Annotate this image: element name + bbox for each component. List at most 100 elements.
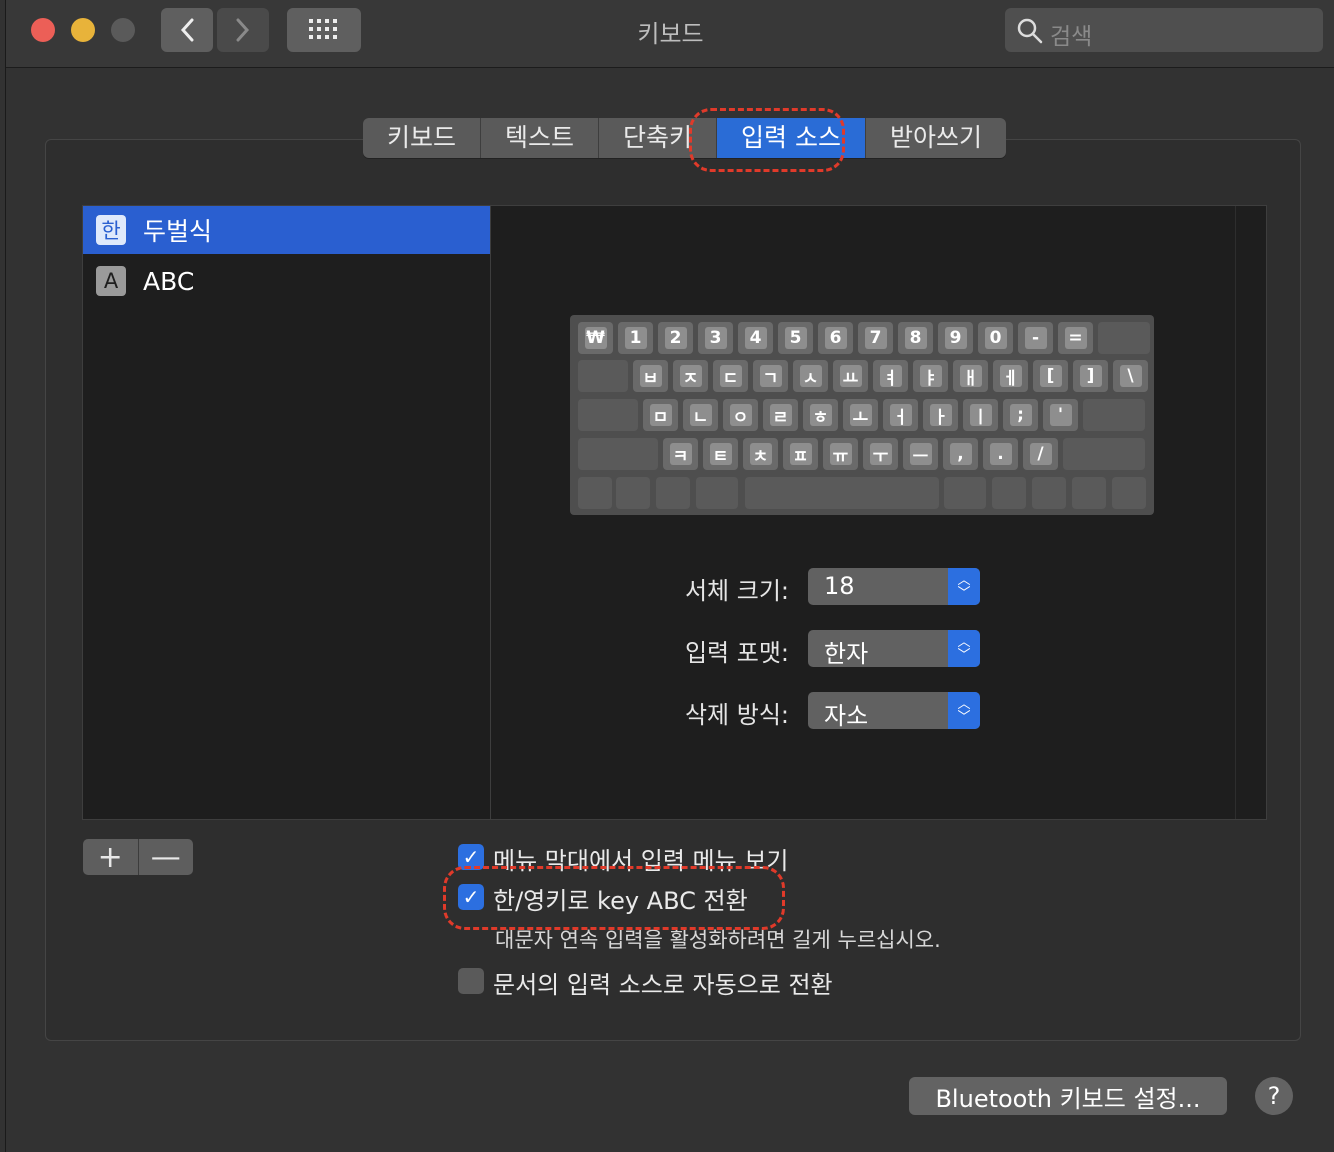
keyboard-key: ㅕ — [873, 360, 908, 392]
keyboard-key: ㅛ — [833, 360, 868, 392]
tab-highlight-annotation — [689, 108, 845, 172]
keyboard-key: ㅎ — [803, 399, 838, 431]
keyboard-key-label: ㅇ — [729, 404, 752, 428]
auto-switch-checkbox[interactable] — [458, 968, 484, 994]
font-size-select[interactable]: 18 ︿ ﹀ — [808, 568, 980, 605]
input-format-select[interactable]: 한자 ︿ ﹀ — [808, 630, 980, 668]
keyboard-key: ㅌ — [703, 438, 738, 470]
keyboard-key-label: ㅐ — [959, 365, 982, 389]
keyboard-key-blank — [992, 477, 1026, 509]
keyboard-key: ] — [1073, 360, 1108, 392]
font-size-label: 서체 크기: — [684, 577, 789, 605]
delete-mode-label: 삭제 방식: — [684, 701, 789, 729]
keyboard-key-label: ' — [1049, 404, 1072, 426]
keyboard-key: ; — [1003, 399, 1038, 431]
keyboard-key-label: 4 — [744, 327, 767, 349]
keyboard-key-blank — [656, 477, 690, 509]
keyboard-key-label: 7 — [864, 327, 887, 349]
keyboard-key-label: ㅕ — [879, 365, 902, 389]
input-source-list[interactable]: 한 두벌식 A ABC — [82, 205, 491, 820]
keyboard-key-label: - — [1024, 327, 1047, 349]
add-source-button[interactable]: + — [83, 839, 139, 875]
list-item[interactable]: A ABC — [83, 257, 491, 305]
keyboard-layout-preview: ₩1 2 3 4 5 6 7 8 9 0- = ㅂㅈㄷㄱㅅㅛㅕㅑㅐㅔ [] \ ㅁㄴㅇㄹㅎㅗㅓㅏㅣ; ' ㅋㅌㅊ… — [570, 315, 1154, 515]
hangul-source-icon: 한 — [96, 215, 126, 245]
tab-dictation[interactable]: 받아쓰기 — [866, 118, 1006, 158]
keyboard-key: = — [1058, 322, 1093, 354]
keyboard-key-label: \ — [1119, 365, 1142, 387]
keyboard-key-label: ㅅ — [799, 365, 822, 389]
keyboard-key-label: ㅓ — [889, 404, 912, 428]
keyboard-key-label: ㅈ — [679, 365, 702, 389]
help-button[interactable]: ? — [1255, 1077, 1293, 1115]
list-item-label: 두벌식 — [143, 217, 213, 246]
keyboard-key: ㅏ — [923, 399, 958, 431]
keyboard-key-label: 3 — [704, 327, 727, 349]
keyboard-key-blank — [1032, 477, 1066, 509]
keyboard-key-label: ㅡ — [909, 443, 932, 467]
keyboard-key-label: ㅊ — [749, 443, 772, 467]
keyboard-key-label: ㅌ — [709, 443, 732, 467]
keyboard-key-label: ㅍ — [789, 443, 812, 467]
keyboard-key-blank — [578, 360, 628, 392]
keyboard-key-blank — [745, 477, 939, 509]
keyboard-key: 6 — [818, 322, 853, 354]
keyboard-key: . — [983, 438, 1018, 470]
keyboard-key: 9 — [938, 322, 973, 354]
keyboard-key-label: 0 — [984, 327, 1007, 349]
keyboard-key: ㅊ — [743, 438, 778, 470]
keyboard-key-label: ㄱ — [759, 365, 782, 389]
keyboard-key: 8 — [898, 322, 933, 354]
keyboard-key-label: ㄴ — [689, 404, 712, 428]
bluetooth-keyboard-setup-button[interactable]: Bluetooth 키보드 설정... — [909, 1077, 1227, 1115]
keyboard-key-label: / — [1029, 443, 1052, 465]
scrollbar-track[interactable] — [1235, 206, 1266, 819]
keyboard-key: ㅠ — [823, 438, 858, 470]
keyboard-key: 1 — [618, 322, 653, 354]
keyboard-key: 2 — [658, 322, 693, 354]
keyboard-key-blank — [1072, 477, 1106, 509]
keyboard-key-label: ㅑ — [919, 365, 942, 389]
keyboard-key: ㅓ — [883, 399, 918, 431]
keyboard-key-label: ㅗ — [849, 404, 872, 428]
keyboard-key: / — [1023, 438, 1058, 470]
keyboard-key-label: 9 — [944, 327, 967, 349]
list-item-label: ABC — [143, 266, 195, 296]
keyboard-key: 5 — [778, 322, 813, 354]
font-size-value: 18 — [824, 572, 855, 600]
keyboard-key-blank — [616, 477, 650, 509]
keyboard-key-label: ㅎ — [809, 404, 832, 428]
tab-text[interactable]: 텍스트 — [481, 118, 600, 158]
keyboard-key: ㅋ — [663, 438, 698, 470]
keyboard-key-label: ₩ — [584, 327, 607, 349]
input-format-value: 한자 — [824, 640, 869, 668]
search-field[interactable]: 검색 — [1005, 8, 1323, 52]
keyboard-key: 0 — [978, 322, 1013, 354]
keyboard-key: \ — [1113, 360, 1148, 392]
keyboard-key: ' — [1043, 399, 1078, 431]
keyboard-key-label: ㅋ — [669, 443, 692, 467]
input-format-label: 입력 포맷: — [684, 639, 789, 667]
keyboard-key: ㅍ — [783, 438, 818, 470]
keyboard-key: ㅈ — [673, 360, 708, 392]
delete-mode-value: 자소 — [824, 702, 869, 730]
keyboard-key-blank — [1112, 477, 1146, 509]
keyboard-key: ₩ — [578, 322, 613, 354]
keyboard-key: , — [943, 438, 978, 470]
keyboard-key-label: = — [1064, 327, 1087, 349]
keyboard-key-label: 5 — [784, 327, 807, 349]
keyboard-key-label: ; — [1009, 404, 1032, 426]
keyboard-key-blank — [1083, 399, 1145, 431]
delete-mode-select[interactable]: 자소 ︿ ﹀ — [808, 692, 980, 730]
keyboard-key-label: ㅛ — [839, 365, 862, 389]
search-placeholder: 검색 — [1050, 24, 1093, 50]
keyboard-key: 4 — [738, 322, 773, 354]
keyboard-key-label: ] — [1079, 365, 1102, 387]
remove-source-button[interactable]: — — [139, 839, 194, 875]
updown-chevron-icon: ︿ ﹀ — [948, 692, 980, 729]
list-add-remove-control: + — — [83, 839, 193, 875]
list-item[interactable]: 한 두벌식 — [83, 206, 491, 254]
tab-keyboard[interactable]: 키보드 — [363, 118, 482, 158]
tab-bar: 키보드 텍스트 단축키 입력 소스 받아쓰기 — [363, 118, 1007, 158]
keyboard-key-label: , — [949, 443, 972, 465]
